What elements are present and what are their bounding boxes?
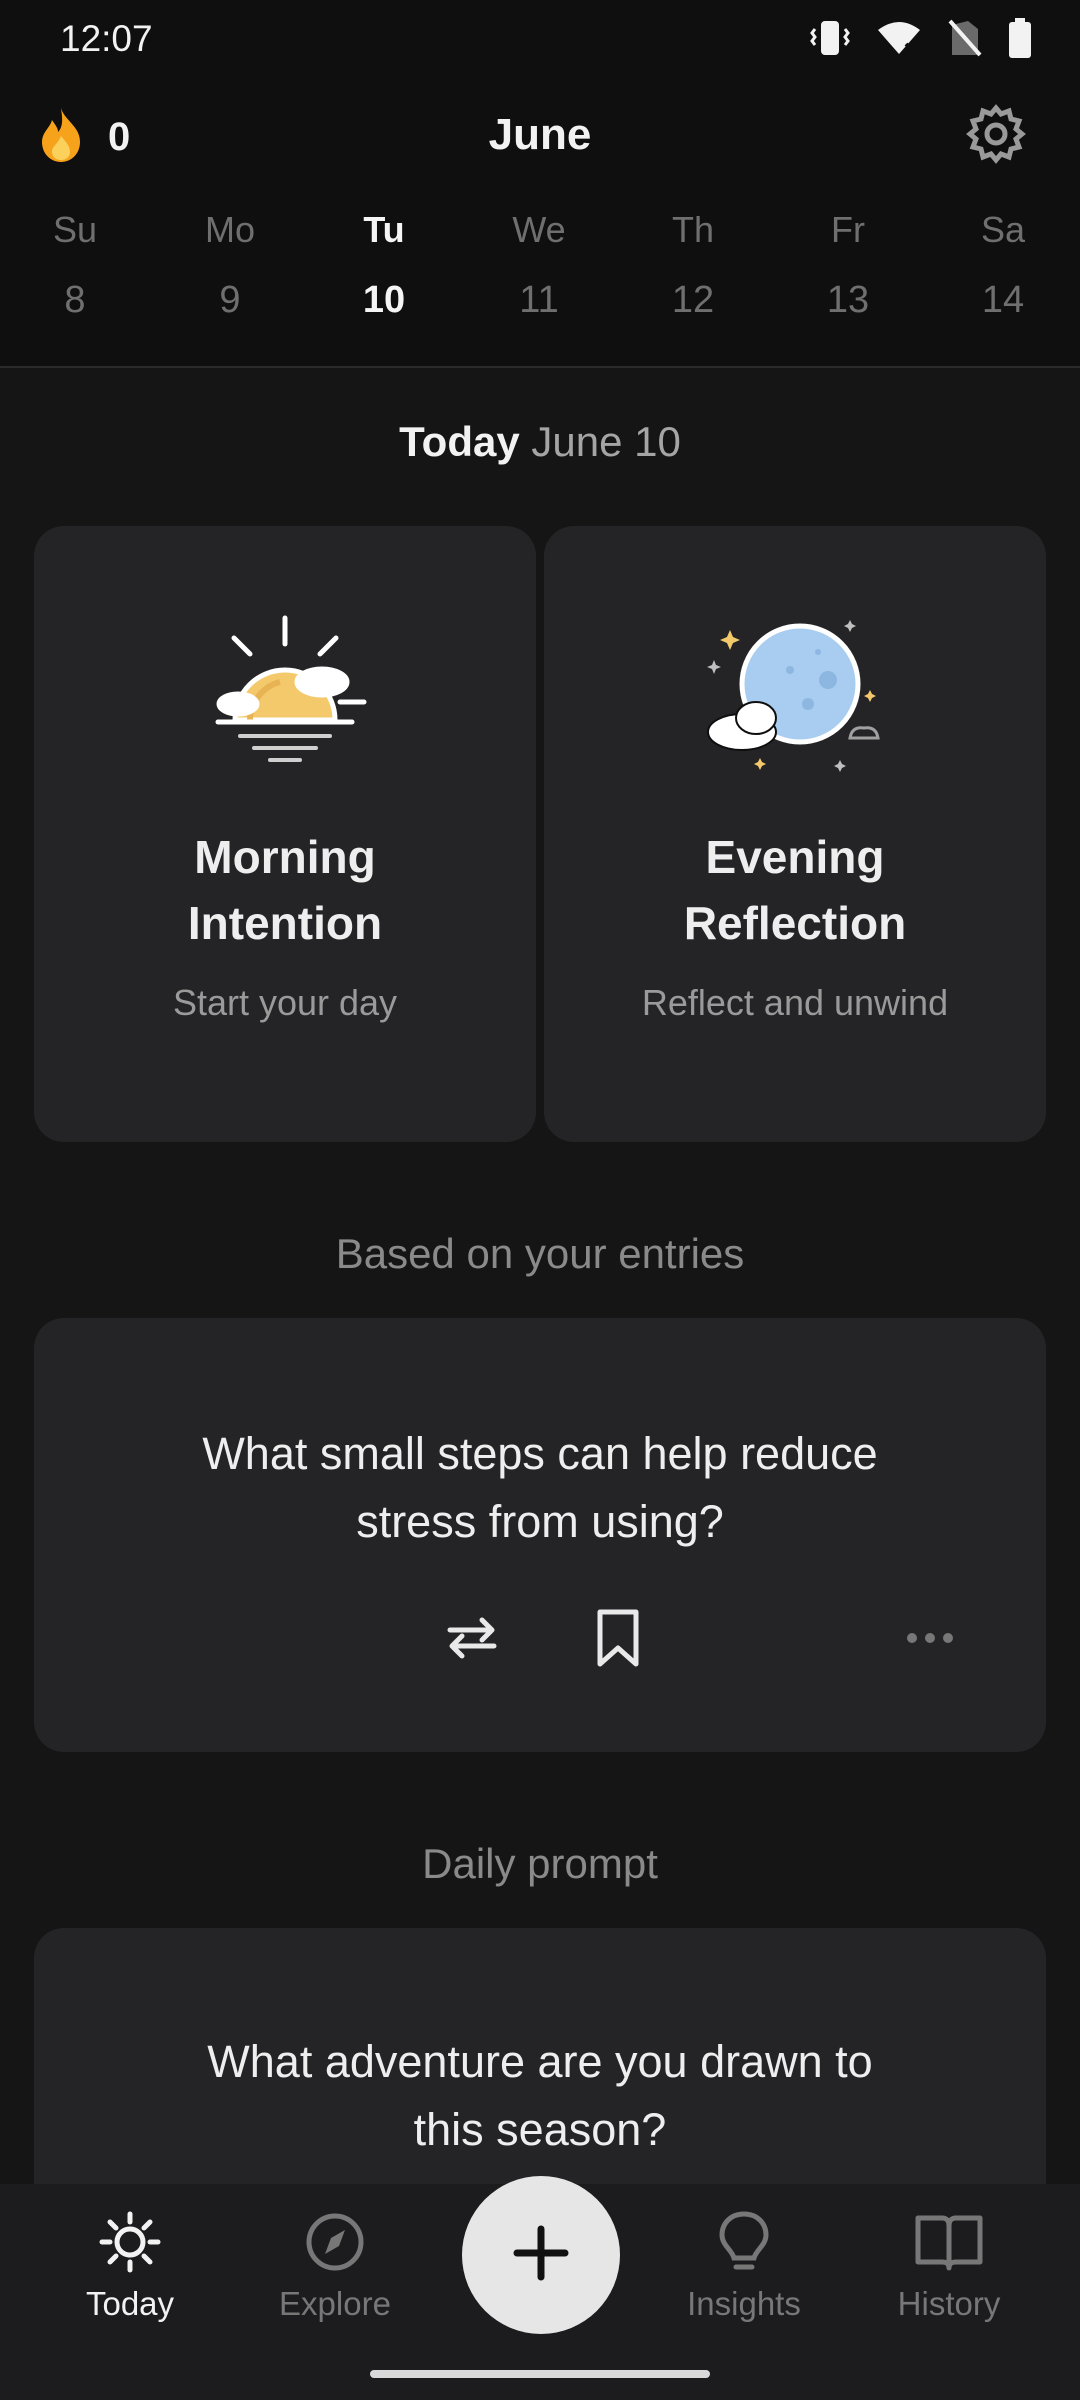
card-title-line-2: Intention bbox=[187, 897, 383, 949]
card-subtitle: Start your day bbox=[172, 982, 398, 1023]
prompt-actions bbox=[34, 1600, 1046, 1680]
more-horizontal-icon bbox=[905, 1631, 955, 1650]
prompt-text: What adventure are you drawn to this sea… bbox=[114, 2028, 966, 2164]
day-number: 10 bbox=[362, 279, 406, 321]
day-number: 11 bbox=[519, 279, 559, 321]
evening-reflection-card[interactable]: Evening Reflection Reflect and unwind bbox=[544, 526, 1046, 1142]
battery-icon bbox=[1008, 18, 1032, 63]
moon-icon bbox=[700, 610, 890, 790]
week-strip: Su 8 Mo 9 Tu 10 We 11 Th 12 Fr 13 Sa 14 bbox=[0, 200, 1080, 340]
month-title[interactable]: June bbox=[0, 110, 1080, 160]
nav-label: Insights bbox=[687, 2285, 801, 2322]
shuffle-prompt-button[interactable] bbox=[432, 1600, 512, 1680]
day-of-week: Mo bbox=[204, 209, 255, 250]
vibrate-icon bbox=[810, 19, 850, 62]
status-icons bbox=[810, 18, 1032, 63]
sunrise-icon bbox=[190, 610, 380, 790]
nav-label: History bbox=[897, 2285, 1001, 2322]
day-friday[interactable]: Fr 13 bbox=[798, 200, 898, 340]
gear-icon bbox=[966, 104, 1026, 168]
today-date-heading: Today June 10 bbox=[0, 418, 1080, 466]
prompt-line-2: this season? bbox=[413, 2104, 667, 2155]
bookmark-icon bbox=[595, 1608, 641, 1673]
day-saturday[interactable]: Sa 14 bbox=[953, 200, 1053, 340]
today-label: Today bbox=[399, 418, 520, 465]
day-wednesday[interactable]: We 11 bbox=[489, 200, 589, 340]
moon-illustration bbox=[544, 610, 1046, 790]
header: 0 June bbox=[0, 96, 1080, 176]
nav-history[interactable]: History bbox=[869, 2210, 1029, 2323]
no-sim-icon bbox=[948, 19, 982, 62]
settings-button[interactable] bbox=[966, 104, 1026, 169]
entries-prompt-card[interactable]: What small steps can help reduce stress … bbox=[34, 1318, 1046, 1752]
status-time: 12:07 bbox=[60, 18, 153, 59]
day-number: 12 bbox=[671, 279, 715, 321]
day-tuesday-selected[interactable]: Tu 10 bbox=[334, 200, 434, 340]
sunrise-illustration bbox=[34, 610, 536, 790]
open-book-icon bbox=[914, 2215, 984, 2278]
prompt-line-1: What small steps can help reduce bbox=[202, 1428, 878, 1479]
nav-insights[interactable]: Insights bbox=[664, 2210, 824, 2323]
card-title: Morning Intention bbox=[34, 824, 536, 956]
more-options-button[interactable] bbox=[890, 1600, 970, 1680]
day-number: 14 bbox=[981, 279, 1025, 321]
sun-icon bbox=[98, 2211, 162, 2278]
wifi-icon bbox=[876, 20, 922, 61]
day-of-week: Sa bbox=[980, 209, 1026, 250]
day-thursday[interactable]: Th 12 bbox=[643, 200, 743, 340]
home-indicator[interactable] bbox=[370, 2370, 710, 2378]
card-title-line-1: Evening bbox=[705, 831, 885, 883]
day-of-week: Su bbox=[52, 209, 98, 250]
today-feed[interactable]: Today June 10 Morning Intention Start yo… bbox=[0, 368, 1080, 2184]
swap-arrows-icon bbox=[444, 1616, 500, 1665]
bookmark-prompt-button[interactable] bbox=[578, 1600, 658, 1680]
nav-label: Explore bbox=[279, 2285, 391, 2322]
new-entry-button[interactable] bbox=[462, 2176, 620, 2334]
prompt-line-2: stress from using? bbox=[356, 1496, 724, 1547]
nav-today[interactable]: Today bbox=[50, 2210, 210, 2323]
prompt-line-1: What adventure are you drawn to bbox=[207, 2036, 873, 2087]
day-monday[interactable]: Mo 9 bbox=[180, 200, 280, 340]
day-of-week: We bbox=[512, 209, 566, 250]
day-number: 9 bbox=[219, 279, 241, 321]
card-title: Evening Reflection bbox=[544, 824, 1046, 956]
nav-explore[interactable]: Explore bbox=[255, 2210, 415, 2323]
entries-section-heading: Based on your entries bbox=[335, 1230, 745, 1277]
compass-icon bbox=[303, 2213, 367, 2278]
card-subtitle: Reflect and unwind bbox=[641, 982, 949, 1023]
lightbulb-icon bbox=[712, 2211, 776, 2278]
bottom-navigation: Today Explore Insights History bbox=[0, 2176, 1080, 2400]
card-title-line-2: Reflection bbox=[683, 897, 907, 949]
status-bar: 12:07 bbox=[0, 0, 1080, 80]
day-of-week: Th bbox=[671, 209, 714, 250]
morning-intention-card[interactable]: Morning Intention Start your day bbox=[34, 526, 536, 1142]
daily-prompt-heading: Daily prompt bbox=[422, 1840, 658, 1887]
day-number: 13 bbox=[826, 279, 870, 321]
today-date: June 10 bbox=[531, 418, 681, 465]
day-number: 8 bbox=[64, 279, 86, 321]
day-sunday[interactable]: Su 8 bbox=[25, 200, 125, 340]
nav-label: Today bbox=[85, 2285, 175, 2322]
plus-icon bbox=[511, 2223, 571, 2288]
daily-prompt-card[interactable]: What adventure are you drawn to this sea… bbox=[34, 1928, 1046, 2184]
prompt-text: What small steps can help reduce stress … bbox=[114, 1420, 966, 1556]
card-title-line-1: Morning bbox=[194, 831, 376, 883]
day-of-week: Tu bbox=[363, 209, 405, 250]
day-of-week: Fr bbox=[831, 209, 865, 250]
